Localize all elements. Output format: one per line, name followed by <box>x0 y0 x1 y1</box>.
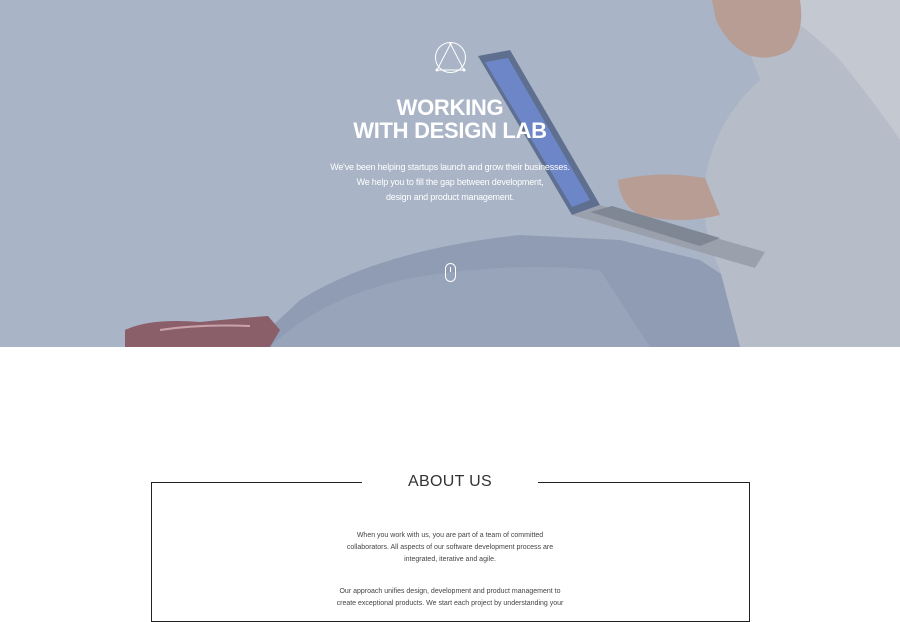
about-text-line: create exceptional products. We start ea… <box>336 600 564 607</box>
hero-subtitle-line: We've been helping startups launch and g… <box>330 162 570 172</box>
about-text-line: When you work with us, you are part of a… <box>356 532 544 539</box>
hero-title-line2: WITH DESIGN LAB <box>353 118 547 143</box>
hero-title: WORKING WITH DESIGN LAB <box>250 96 650 142</box>
about-paragraph-2: Our approach unifies design, development… <box>300 586 600 610</box>
mouse-scroll-icon[interactable] <box>445 263 456 282</box>
hero-section: WORKING WITH DESIGN LAB We've been helpi… <box>0 0 900 347</box>
about-us-heading: ABOUT US <box>362 470 538 494</box>
about-text-line: collaborators. All aspects of our softwa… <box>346 544 554 551</box>
hero-subtitle: We've been helping startups launch and g… <box>250 160 650 205</box>
hero-title-line1: WORKING <box>396 95 504 120</box>
about-paragraph-1: When you work with us, you are part of a… <box>300 530 600 566</box>
hero-subtitle-line: design and product management. <box>385 192 515 202</box>
triangle-circle-logo-icon <box>435 42 466 73</box>
about-text-line: Our approach unifies design, development… <box>339 588 561 595</box>
hero-subtitle-line: We help you to fill the gap between deve… <box>356 177 544 187</box>
about-text-line: integrated, iterative and agile. <box>404 556 496 563</box>
